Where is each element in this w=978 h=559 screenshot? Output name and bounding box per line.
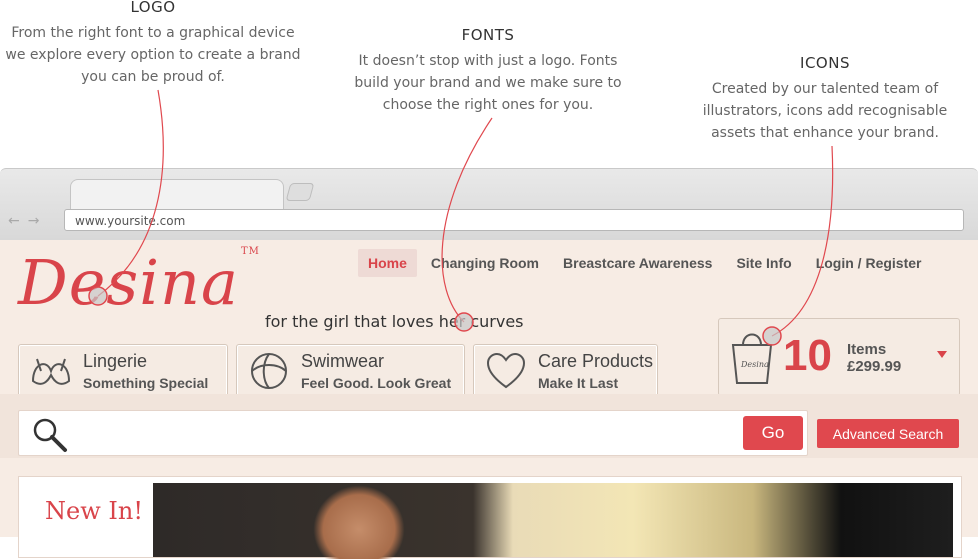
top-nav: Home Changing Room Breastcare Awareness … (358, 249, 935, 277)
callout-body: Created by our talented team of illustra… (702, 81, 948, 141)
browser-nav: ← → (8, 213, 47, 229)
category-care-products[interactable]: Care Products Make It Last (473, 344, 658, 397)
trademark: TM (240, 246, 260, 257)
basket-count: 10 (783, 331, 832, 380)
beach-ball-icon (247, 351, 291, 391)
category-title: Care Products (538, 351, 654, 371)
go-button[interactable]: Go (743, 416, 803, 450)
nav-breastcare-awareness[interactable]: Breastcare Awareness (553, 249, 722, 277)
browser-chrome: ← → www.yoursite.com (0, 168, 978, 241)
fonts-callout: FONTS It doesn’t stop with just a logo. … (340, 26, 636, 116)
forward-arrow-icon[interactable]: → (28, 213, 40, 229)
category-title: Lingerie (83, 351, 148, 371)
new-in-label: New In! (45, 497, 143, 525)
new-in-panel: New In! (18, 476, 962, 559)
logo-callout: LOGO From the right font to a graphical … (0, 0, 306, 88)
search-box: Go (18, 410, 808, 456)
shopping-basket[interactable]: Desina 10 Items £299.99 (718, 318, 960, 396)
search-input[interactable] (79, 419, 733, 447)
nav-login-register[interactable]: Login / Register (806, 249, 932, 277)
address-bar[interactable]: www.yoursite.com (64, 209, 964, 231)
nav-changing-room[interactable]: Changing Room (421, 249, 549, 277)
nav-home[interactable]: Home (358, 249, 417, 277)
back-arrow-icon[interactable]: ← (8, 213, 20, 229)
basket-items-label: Items (847, 341, 887, 358)
callout-title: FONTS (461, 26, 515, 44)
category-subtitle: Make It Last (538, 375, 619, 391)
callout-title: LOGO (130, 0, 176, 16)
nav-site-info[interactable]: Site Info (726, 249, 801, 277)
bra-icon (29, 351, 73, 391)
new-tab-button[interactable] (285, 183, 315, 201)
shopping-bag-icon: Desina (729, 327, 775, 389)
category-subtitle: Feel Good. Look Great (301, 375, 452, 391)
callout-body: It doesn’t stop with just a logo. Fonts … (354, 53, 622, 113)
callout-title: ICONS (800, 54, 850, 72)
browser-tab[interactable] (70, 179, 284, 210)
category-lingerie[interactable]: Lingerie Something Special (18, 344, 228, 397)
icons-callout: ICONS Created by our talented team of il… (680, 54, 970, 144)
category-title: Swimwear (301, 351, 385, 371)
heart-icon (484, 351, 528, 391)
website: Desina TM for the girl that loves her cur… (0, 240, 978, 559)
model-photo (313, 485, 405, 559)
category-swimwear[interactable]: Swimwear Feel Good. Look Great (236, 344, 465, 397)
logo-text: Desina (18, 246, 239, 319)
hero-photo[interactable] (153, 483, 953, 559)
callout-body: From the right font to a graphical devic… (5, 25, 301, 85)
search-icon (31, 416, 69, 458)
site-logo[interactable]: Desina TM (18, 246, 260, 319)
category-subtitle: Something Special (83, 375, 209, 391)
tagline: for the girl that loves her curves (265, 312, 524, 331)
bag-label: Desina (740, 360, 769, 369)
chevron-down-icon[interactable] (937, 351, 947, 358)
advanced-search-button[interactable]: Advanced Search (817, 419, 959, 448)
search-strip: Go Advanced Search (0, 394, 978, 458)
basket-total: £299.99 (847, 358, 902, 375)
